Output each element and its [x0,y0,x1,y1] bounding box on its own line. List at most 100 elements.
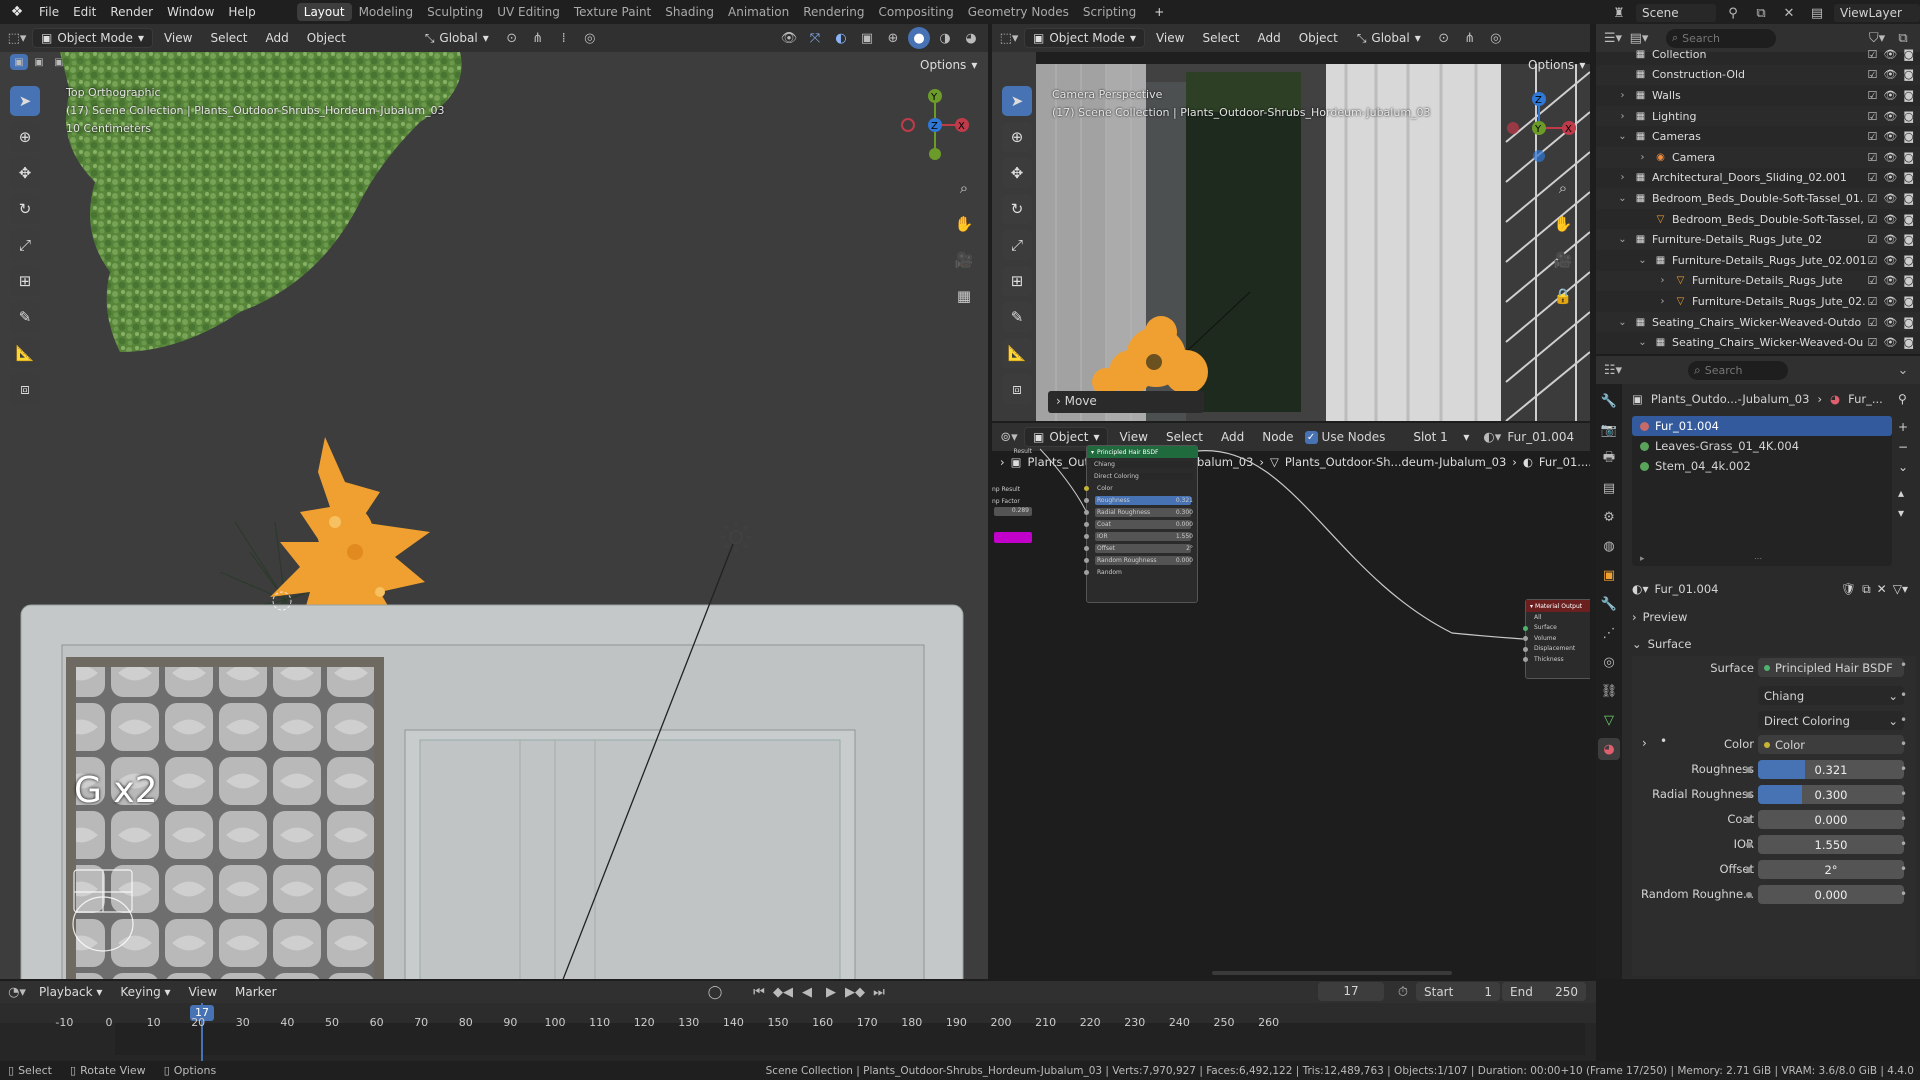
menu-help[interactable]: Help [221,3,262,21]
props-options-icon[interactable]: ⌄ [1892,359,1914,381]
camera-render-icon[interactable]: ◙ [1903,336,1914,349]
eye-icon[interactable]: 👁 [1883,213,1897,226]
viewport-camera[interactable]: ⬚▾ ▣ Object Mode ▾ View Select Add Object … [992,24,1590,421]
menu-file[interactable]: File [32,3,66,21]
tab-scripting[interactable]: Scripting [1076,3,1143,21]
zoom-icon-2[interactable]: ⌕ [1549,174,1577,202]
menu-view-2[interactable]: View [1149,29,1191,47]
menu-keying[interactable]: Keying ▾ [113,983,177,1001]
pin-icon[interactable]: ⚲ [1722,2,1744,24]
menu-view[interactable]: View [157,29,199,47]
xray-icon[interactable]: ▣ [856,27,878,49]
pin-props-icon[interactable]: ⚲ [1898,392,1907,406]
include-checkbox-icon[interactable]: ☑ [1867,151,1877,164]
render-tab-icon[interactable]: 📷 [1598,419,1620,441]
expand-icon[interactable]: › [1656,296,1669,307]
object-mode-dropdown-2[interactable]: ▣ Object Mode ▾ [1024,28,1145,48]
end-frame-field[interactable]: End 250 [1502,982,1586,1001]
left-node[interactable]: Result np Result np Factor 0.289 [992,445,1036,555]
cursor-tool-icon[interactable]: ⊕ [10,122,40,152]
tab-rendering[interactable]: Rendering [796,3,871,21]
keyframe-dot-icon[interactable]: • [1900,837,1907,851]
editor-type-icon-2[interactable]: ⬚▾ [998,27,1020,49]
surface-shader-field[interactable]: Principled Hair BSDF [1758,658,1904,677]
view-layer-name[interactable]: ViewLayer [1834,4,1920,22]
gizmo-toggle-icon[interactable]: ⤧ [804,27,826,49]
menu-object[interactable]: Object [300,29,353,47]
include-checkbox-icon[interactable]: ☑ [1867,274,1877,287]
camera-render-icon[interactable]: ◙ [1903,171,1914,184]
list-resize-handle[interactable]: ⋯ [1754,554,1762,563]
camera-render-icon[interactable]: ◙ [1903,233,1914,246]
socket-icon[interactable] [1084,558,1089,563]
output-row[interactable]: Volume [1523,633,1590,644]
navigation-gizmo-2[interactable]: Z Y X [1497,86,1581,170]
surface-panel-header[interactable]: ⌄ Surface [1632,633,1916,655]
shading-wire-icon[interactable]: ⊕ [882,27,904,49]
eye-icon[interactable]: 👁 [1883,130,1897,143]
scene-tab-icon[interactable]: ⚙ [1598,506,1620,528]
start-frame-field[interactable]: Start 1 [1416,982,1500,1001]
zoom-icon[interactable]: ⌕ [950,174,978,202]
timeline-track[interactable]: 17 [0,1003,1596,1061]
measure-tool-icon[interactable]: 📐 [10,338,40,368]
outliner-row[interactable]: › ▽ Furniture-Details_Rugs_Jute_02. ☑ 👁 ◙ [1596,291,1920,312]
include-checkbox-icon[interactable]: ☑ [1867,316,1877,329]
play-reverse-icon[interactable]: ◀ [796,981,818,1003]
eye-icon[interactable]: 👁 [1883,295,1897,308]
node-editor[interactable]: ⊚▾ ▣ Object ▾ View Select Add Node ✓ Use No… [992,423,1590,979]
camera-render-icon[interactable]: ◙ [1903,68,1914,81]
outliner-row[interactable]: › ▦ Architectural_Doors_Sliding_02.001 ☑ 👁 ◙ [1596,168,1920,189]
add-cube-tool-icon-2[interactable]: ⧈ [1002,374,1032,404]
menu-playback[interactable]: Playback ▾ [32,983,109,1001]
output-row[interactable]: All [1526,612,1590,623]
include-checkbox-icon[interactable]: ☑ [1867,130,1877,143]
model-dropdown[interactable]: Chiang ⌄ [1758,686,1904,705]
include-checkbox-icon[interactable]: ☑ [1867,110,1877,123]
constraints-tab-icon[interactable]: ⛓ [1598,680,1620,702]
material-tab-icon[interactable]: ◕ [1598,738,1620,760]
visibility-icon[interactable]: 👁 [778,27,800,49]
object-mode-dropdown[interactable]: ▣ Object Mode ▾ [32,28,153,48]
rotate-tool-icon-2[interactable]: ↻ [1002,194,1032,224]
socket-icon[interactable] [1084,546,1089,551]
particles-tab-icon[interactable]: ⋰ [1598,622,1620,644]
socket-icon[interactable] [1084,570,1089,575]
material-output-node[interactable]: ▾ Material Output All Surface Volume Displa… [1523,599,1590,679]
transform-tool-icon[interactable]: ⊞ [10,266,40,296]
left-node-color-swatch[interactable] [994,532,1032,543]
browse-material-icon[interactable]: ◐▾ [1632,582,1649,596]
preview-range-icon[interactable]: ⏱ [1392,981,1414,1003]
material-slot[interactable]: Fur_01.004 [1632,416,1892,436]
properties-type-icon[interactable]: ☷▾ [1602,359,1624,381]
proportional-edit-icon-2[interactable]: ◎ [1485,27,1507,49]
add-slot-icon[interactable]: + [1898,420,1908,434]
data-tab-icon[interactable]: ▽ [1598,709,1620,731]
unlink-material-icon[interactable]: ✕ [1877,582,1887,596]
prev-key-icon[interactable]: ◆◀ [772,981,794,1003]
material-slot[interactable]: Leaves-Grass_01_4K.004 [1632,436,1892,456]
menu-add-2[interactable]: Add [1250,29,1287,47]
camera-render-icon[interactable]: ◙ [1903,213,1914,226]
list-expand-icon[interactable]: ▸ [1640,554,1645,564]
last-operator-panel[interactable]: › Move [1048,391,1204,413]
output-socket-icon[interactable] [1523,625,1528,631]
outliner-row[interactable]: › ▦ Walls ☑ 👁 ◙ [1596,85,1920,106]
parametrization-dropdown[interactable]: Direct Coloring ⌄ [1758,711,1904,730]
expand-icon[interactable]: ⌄ [1636,337,1649,348]
field-slider[interactable]: 1.550 [1758,835,1904,854]
include-checkbox-icon[interactable]: ☑ [1867,336,1877,349]
eye-icon[interactable]: 👁 [1883,171,1897,184]
add-workspace-button[interactable]: + [1147,3,1171,21]
socket-icon[interactable] [1084,498,1089,503]
camera-render-icon[interactable]: ◙ [1903,48,1914,61]
tab-sculpting[interactable]: Sculpting [420,3,490,21]
keyframe-dot-icon[interactable]: • [1900,737,1907,751]
timeline-type-icon[interactable]: ◔▾ [6,981,28,1003]
scale-tool-icon[interactable]: ⤢ [10,230,40,260]
keyframe-dot-icon[interactable]: • [1900,787,1907,801]
eye-icon[interactable]: 👁 [1883,151,1897,164]
view-layer-tab-icon[interactable]: ▤ [1598,477,1620,499]
scene-name[interactable]: Scene [1636,4,1716,22]
snap-icon-2[interactable]: ⋔ [1459,27,1481,49]
